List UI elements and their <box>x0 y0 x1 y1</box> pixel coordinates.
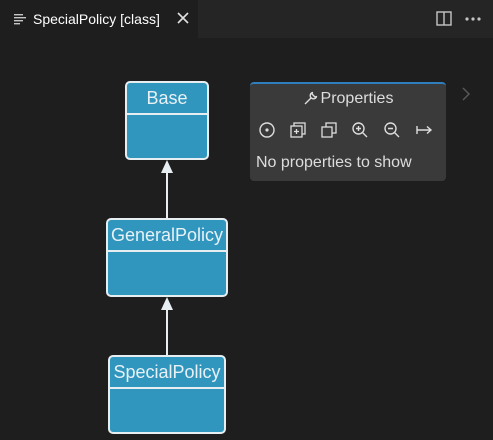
copy-icon[interactable] <box>319 120 339 140</box>
wrench-icon <box>303 90 319 106</box>
chevron-right-icon[interactable] <box>459 86 473 102</box>
arrow-special-to-general <box>161 297 173 355</box>
properties-title: Properties <box>320 90 394 107</box>
fit-width-icon[interactable] <box>414 120 434 140</box>
zoom-out-icon[interactable] <box>382 120 402 140</box>
class-node-base[interactable]: Base <box>125 81 209 160</box>
class-node-specialpolicy[interactable]: SpecialPolicy <box>108 355 226 434</box>
properties-panel-header: Properties <box>250 90 446 110</box>
class-node-divider <box>108 250 226 252</box>
class-node-label: Base <box>146 88 188 108</box>
inheritance-arrows <box>161 160 173 355</box>
class-node-divider <box>110 387 224 389</box>
class-node-label: GeneralPolicy <box>110 225 224 245</box>
class-node-label: SpecialPolicy <box>113 362 221 382</box>
properties-panel: Properties No properties to show <box>250 82 446 181</box>
center-icon[interactable] <box>257 120 277 140</box>
properties-empty-message: No properties to show <box>256 154 412 171</box>
add-icon[interactable] <box>288 120 308 140</box>
class-node-generalpolicy[interactable]: GeneralPolicy <box>106 218 228 297</box>
zoom-in-icon[interactable] <box>350 120 370 140</box>
arrow-general-to-base <box>161 160 173 218</box>
class-node-divider <box>127 113 207 115</box>
